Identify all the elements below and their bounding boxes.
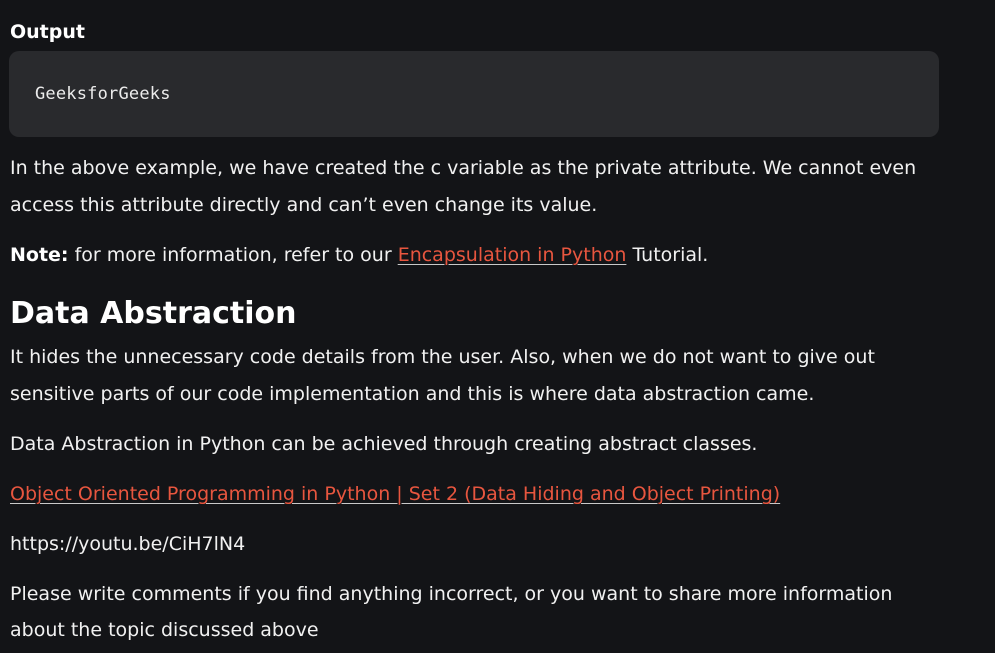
abstract-classes-paragraph: Data Abstraction in Python can be achiev… — [10, 433, 758, 455]
youtube-url: https://youtu.be/CiH7lN4 — [10, 533, 246, 555]
note-label: Note: — [10, 244, 69, 266]
comments-paragraph: Please write comments if you find anythi… — [10, 583, 893, 641]
article-content: Output GeeksforGeeks In the above exampl… — [0, 0, 995, 653]
note-text-after: Tutorial. — [626, 244, 709, 266]
code-output-block[interactable]: GeeksforGeeks — [9, 51, 939, 137]
output-heading: Output — [10, 21, 85, 43]
oop-set2-link[interactable]: Object Oriented Programming in Python | … — [10, 483, 780, 505]
note-text-before: for more information, refer to our — [68, 244, 398, 266]
explanation-paragraph: In the above example, we have created th… — [10, 157, 917, 216]
code-output-text[interactable]: GeeksforGeeks — [35, 84, 171, 104]
note-paragraph: Note: for more information, refer to our… — [10, 237, 950, 274]
abstraction-paragraph: It hides the unnecessary code details fr… — [10, 346, 875, 405]
encapsulation-link[interactable]: Encapsulation in Python — [398, 244, 627, 266]
data-abstraction-heading: Data Abstraction — [10, 296, 297, 331]
video-link-paragraph: Object Oriented Programming in Python | … — [10, 476, 950, 513]
